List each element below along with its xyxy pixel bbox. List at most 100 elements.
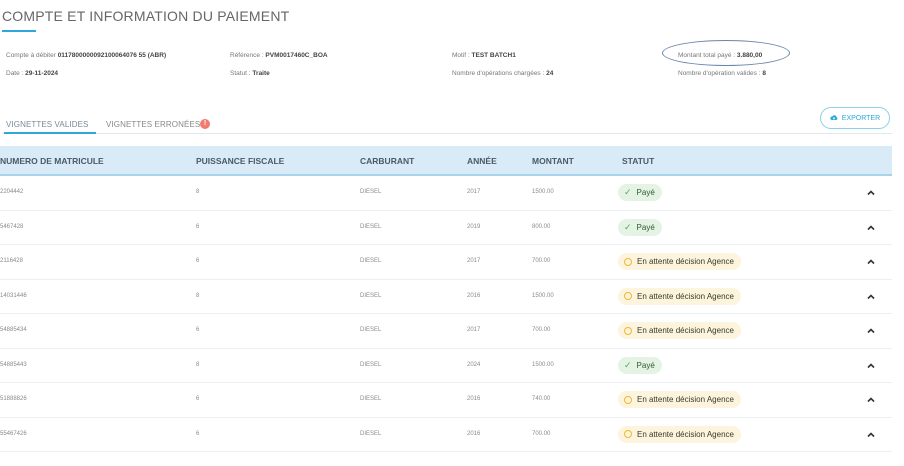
clock-circle-icon (624, 257, 632, 266)
chevron-up-icon[interactable] (866, 395, 876, 405)
table-row[interactable]: 54885434 6 DIESEL 2017 700.00 En attente déci… (0, 314, 892, 349)
carburant-cell: DIESEL (360, 361, 382, 368)
header-carburant[interactable]: CARBURANT (360, 156, 414, 166)
status-label: En attente décision Agence (637, 395, 734, 404)
puissance-cell: 8 (196, 189, 200, 195)
header-montant[interactable]: MONTANT (532, 156, 574, 166)
status-label: En attente décision Agence (637, 257, 734, 266)
date-value: 29-11-2024 (25, 70, 59, 77)
nb-chargees-info: Nombre d'opérations chargées : 24 (452, 70, 553, 77)
table-header: NUMERO DE MATRICULE PUISSANCE FISCALE CA… (0, 146, 892, 176)
puissance-cell: 8 (196, 292, 200, 299)
table-row[interactable]: 55467426 6 DIESEL 2016 700.00 En attente déci… (0, 418, 892, 452)
table-row[interactable]: 51888826 6 DIESEL 2016 740.00 En attente déci… (0, 383, 892, 418)
tab-vignettes-erronees[interactable]: VIGNETTES ERRONÉES (106, 120, 200, 129)
montant-cell: 800.00 (532, 223, 551, 230)
matricule-cell: 54885443 (0, 361, 27, 368)
annee-cell: 2017 (467, 327, 481, 333)
active-tab-indicator (4, 132, 96, 134)
carburant-cell: DIESEL (360, 430, 382, 437)
table-row[interactable]: 2116428 6 DIESEL 2017 700.00 En attente décis… (0, 245, 892, 280)
compte-value: 0117800000092100064076 55 (ABR) (57, 52, 167, 59)
header-annee[interactable]: ANNÉE (467, 156, 497, 166)
status-label: Payé (636, 188, 655, 197)
puissance-cell: 8 (196, 361, 200, 368)
statut-info: Statut : Traite (230, 70, 270, 77)
matricule-cell: 5467428 (0, 223, 24, 230)
chevron-up-icon[interactable] (866, 188, 876, 198)
export-label: EXPORTER (841, 114, 881, 122)
chevron-up-icon[interactable] (866, 257, 876, 267)
table-row[interactable]: 2204442 8 DIESEL 2017 1500.00 ✓ Payé (0, 176, 892, 211)
puissance-cell: 6 (196, 430, 200, 437)
annee-cell: 2016 (467, 396, 481, 402)
chevron-up-icon[interactable] (866, 292, 876, 302)
matricule-cell: 2204442 (0, 189, 24, 195)
vignettes-table: NUMERO DE MATRICULE PUISSANCE FISCALE CA… (0, 146, 892, 452)
header-matricule[interactable]: NUMERO DE MATRICULE (0, 156, 104, 166)
status-label: En attente décision Agence (637, 291, 734, 301)
annee-cell: 2016 (467, 430, 481, 437)
clock-circle-icon (624, 430, 632, 438)
montant-cell: 700.00 (532, 430, 551, 437)
matricule-cell: 55467426 (0, 430, 27, 437)
matricule-cell: 2116428 (0, 258, 23, 264)
clock-circle-icon (624, 326, 632, 335)
carburant-cell: DIESEL (360, 258, 382, 264)
chevron-up-icon[interactable] (866, 430, 876, 440)
puissance-cell: 6 (196, 396, 200, 402)
nb-chargees-label: Nombre d'opérations chargées : (452, 70, 545, 77)
table-row[interactable]: 14031446 8 DIESEL 2016 1500.00 En attente déc… (0, 280, 892, 314)
statut-value: Traite (252, 70, 270, 77)
status-label: Payé (636, 360, 655, 370)
reference-value: PVM0017460C_BOA (265, 52, 328, 59)
cloud-download-icon (830, 115, 838, 120)
header-puissance[interactable]: PUISSANCE FISCALE (196, 156, 284, 166)
carburant-cell: DIESEL (360, 327, 382, 333)
check-icon: ✓ (624, 187, 632, 197)
annee-cell: 2017 (467, 189, 481, 195)
motif-value: TEST BATCH1 (471, 52, 516, 59)
reference-label: Référence : (230, 52, 264, 59)
compte-label: Compte à débiter (6, 52, 56, 59)
date-label: Date : (6, 70, 24, 77)
nb-valides-label: Nombre d'opération valides : (678, 70, 761, 77)
compte-info: Compte à débiter 0117800000092100064076 … (6, 52, 166, 59)
carburant-cell: DIESEL (360, 223, 382, 230)
carburant-cell: DIESEL (360, 189, 382, 195)
clock-circle-icon (624, 292, 632, 300)
statut-label: Statut : (230, 70, 251, 77)
page-title: COMPTE ET INFORMATION DU PAIEMENT (2, 8, 290, 24)
puissance-cell: 6 (196, 258, 200, 264)
check-icon: ✓ (624, 359, 632, 370)
puissance-cell: 6 (196, 327, 200, 333)
status-label: En attente décision Agence (637, 429, 734, 439)
motif-label: Motif : (452, 52, 470, 59)
header-statut[interactable]: STATUT (622, 156, 654, 166)
montant-highlight-ellipse (662, 40, 790, 66)
nb-chargees-value: 24 (546, 70, 554, 77)
carburant-cell: DIESEL (360, 396, 382, 402)
montant-cell: 740.00 (532, 396, 551, 402)
status-label: Payé (636, 222, 655, 232)
reference-info: Référence : PVM0017460C_BOA (230, 52, 328, 59)
chevron-up-icon[interactable] (866, 223, 876, 233)
status-badge: En attente décision Agence (618, 287, 741, 305)
status-badge: En attente décision Agence (618, 391, 741, 408)
chevron-up-icon[interactable] (866, 326, 876, 336)
check-icon: ✓ (624, 221, 632, 232)
matricule-cell: 14031446 (0, 292, 27, 299)
export-button[interactable]: EXPORTER (820, 107, 890, 129)
tabs-bar: VIGNETTES VALIDES VIGNETTES ERRONÉES ! (2, 114, 892, 134)
annee-cell: 2024 (467, 361, 481, 368)
montant-cell: 1500.00 (532, 361, 554, 368)
tab-vignettes-valides[interactable]: VIGNETTES VALIDES (6, 120, 88, 129)
table-row[interactable]: 54885443 8 DIESEL 2024 1500.00 ✓ Payé (0, 349, 892, 383)
annee-cell: 2017 (467, 258, 481, 264)
title-underline (2, 30, 36, 32)
table-row[interactable]: 5467428 6 DIESEL 2019 800.00 ✓ Payé (0, 211, 892, 245)
montant-cell: 700.00 (532, 258, 551, 264)
table-body: 2204442 8 DIESEL 2017 1500.00 ✓ Payé 5467428 6 DI… (0, 176, 892, 452)
montant-cell: 1500.00 (532, 292, 554, 299)
chevron-up-icon[interactable] (866, 361, 876, 371)
